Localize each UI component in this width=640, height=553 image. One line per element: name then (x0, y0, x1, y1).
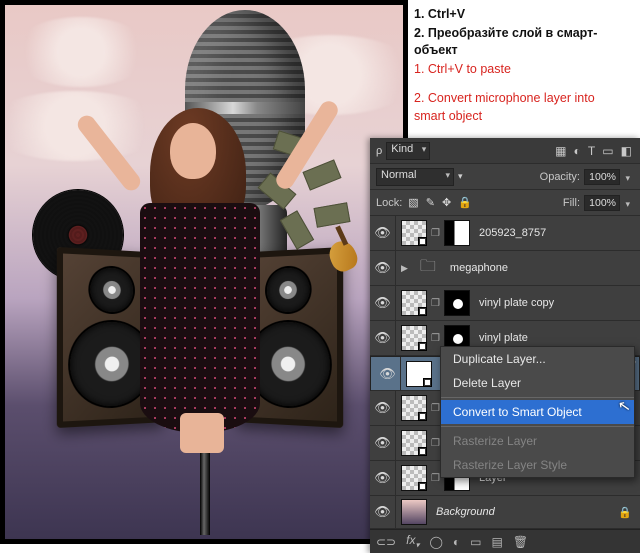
fill-field[interactable]: 100% (584, 195, 620, 211)
mask-icon[interactable]: ◯ (429, 535, 442, 549)
visibility-eye-icon[interactable]: 👁 (370, 496, 396, 528)
disclosure-triangle-icon[interactable]: ▶ (401, 263, 408, 274)
layer-row[interactable]: 👁 ▶ 🗀 megaphone (370, 251, 640, 286)
ctx-duplicate-layer[interactable]: Duplicate Layer... (441, 347, 634, 371)
layer-row[interactable]: 👁 Background 🔒 (370, 496, 640, 529)
folder-icon: 🗀 (415, 255, 441, 281)
separator (441, 397, 634, 398)
search-icon[interactable]: ρ (376, 145, 382, 157)
ctx-rasterize-layer: Rasterize Layer (441, 429, 634, 453)
layer-thumbnail[interactable] (401, 465, 427, 491)
fill-label: Fill: (563, 197, 580, 209)
ctx-delete-layer[interactable]: Delete Layer (441, 371, 634, 395)
canvas: MXL 990 (0, 0, 408, 544)
layer-name[interactable]: megaphone (446, 262, 508, 274)
link-icon[interactable]: ❐ (431, 473, 440, 484)
shape-filter-icon[interactable]: ▭ (602, 144, 613, 158)
layer-thumbnail[interactable] (401, 395, 427, 421)
visibility-eye-icon[interactable]: 👁 (370, 251, 396, 285)
instructions: 1. Ctrl+V 2. Преобразйте слой в смарт-об… (414, 6, 636, 127)
layer-name[interactable]: 205923_8757 (475, 227, 546, 239)
filter-type-icons: ▦ ◐ T ▭ ◧ (553, 144, 634, 158)
instruction-step-en: 2. Convert microphone layer into (414, 90, 636, 107)
type-filter-icon[interactable]: T (588, 144, 595, 158)
layer-thumbnail[interactable] (401, 290, 427, 316)
layer-thumbnail[interactable] (401, 220, 427, 246)
layer-row[interactable]: 👁 ❐ 205923_8757 (370, 216, 640, 251)
dancing-woman (100, 53, 300, 453)
lock-label: Lock: (376, 197, 402, 209)
adjustment-icon[interactable]: ◐ (453, 535, 460, 549)
group-icon[interactable]: ▭ (470, 535, 481, 549)
visibility-eye-icon[interactable]: 👁 (370, 216, 396, 250)
instruction-step-en: 1. Ctrl+V to paste (414, 61, 636, 78)
link-icon[interactable]: ❐ (431, 228, 440, 239)
context-menu: Duplicate Layer... Delete Layer Convert … (440, 346, 635, 478)
layer-name[interactable]: Background (432, 506, 495, 518)
link-icon[interactable]: ❐ (431, 333, 440, 344)
layer-name[interactable]: vinyl plate (475, 332, 528, 344)
lock-pixels-icon[interactable]: ✎ (426, 197, 435, 209)
visibility-eye-icon[interactable]: 👁 (370, 321, 396, 355)
new-layer-icon[interactable]: ▤ (492, 535, 503, 549)
layer-row[interactable]: 👁 ❐ vinyl plate copy (370, 286, 640, 321)
mask-thumbnail[interactable] (444, 220, 470, 246)
blend-opacity-row: Normal ▾ Opacity: 100% (370, 164, 640, 190)
instruction-step-en: smart object (414, 108, 636, 125)
composite-art: MXL 990 (5, 5, 403, 539)
visibility-eye-icon[interactable]: 👁 (370, 286, 396, 320)
link-icon[interactable]: ❐ (431, 438, 440, 449)
opacity-label: Opacity: (540, 171, 580, 183)
instruction-step: 2. Преобразйте слой в смарт-объект (414, 25, 636, 59)
layer-thumbnail[interactable] (401, 325, 427, 351)
visibility-eye-icon[interactable]: 👁 (370, 426, 396, 460)
visibility-eye-icon[interactable]: 👁 (370, 391, 396, 425)
link-icon[interactable]: ❐ (431, 298, 440, 309)
blend-mode-select[interactable]: Normal (376, 168, 454, 186)
trash-icon[interactable]: 🗑 (513, 535, 528, 549)
link-icon[interactable]: ❐ (431, 403, 440, 414)
lock-icon: 🔒 (618, 506, 632, 519)
layer-thumbnail[interactable] (401, 430, 427, 456)
panel-footer: ⊂⊃ fx▾ ◯ ◐ ▭ ▤ 🗑 (370, 529, 640, 553)
lock-fill-row: Lock: ▧ ✎ ✥ 🔒 Fill: 100% (370, 190, 640, 216)
ctx-rasterize-style: Rasterize Layer Style (441, 453, 634, 477)
layer-thumbnail[interactable] (406, 361, 432, 387)
visibility-eye-icon[interactable]: 👁 (370, 461, 396, 495)
lock-position-icon[interactable]: ✥ (442, 197, 451, 209)
ctx-convert-smart-object[interactable]: Convert to Smart Object (441, 400, 634, 424)
layer-thumbnail[interactable] (401, 499, 427, 525)
lock-transparent-icon[interactable]: ▧ (408, 197, 418, 209)
opacity-field[interactable]: 100% (584, 169, 620, 185)
chevron-down-icon[interactable]: ▾ (458, 171, 463, 182)
lock-all-icon[interactable]: 🔒 (458, 197, 472, 209)
layers-filter-row: ρ Kind ▦ ◐ T ▭ ◧ (370, 138, 640, 164)
pixel-filter-icon[interactable]: ▦ (555, 144, 566, 158)
smart-filter-icon[interactable]: ◧ (621, 144, 632, 158)
layer-name[interactable]: vinyl plate copy (475, 297, 554, 309)
link-layers-icon[interactable]: ⊂⊃ (376, 535, 396, 549)
visibility-eye-icon[interactable]: 👁 (375, 357, 401, 390)
mask-thumbnail[interactable] (444, 290, 470, 316)
adjust-filter-icon[interactable]: ◐ (574, 144, 581, 158)
separator (441, 426, 634, 427)
fx-icon[interactable]: fx▾ (406, 533, 419, 549)
kind-select[interactable]: Kind (386, 142, 430, 160)
lock-icons: ▧ ✎ ✥ 🔒 (406, 196, 474, 209)
instruction-step: 1. Ctrl+V (414, 6, 636, 23)
